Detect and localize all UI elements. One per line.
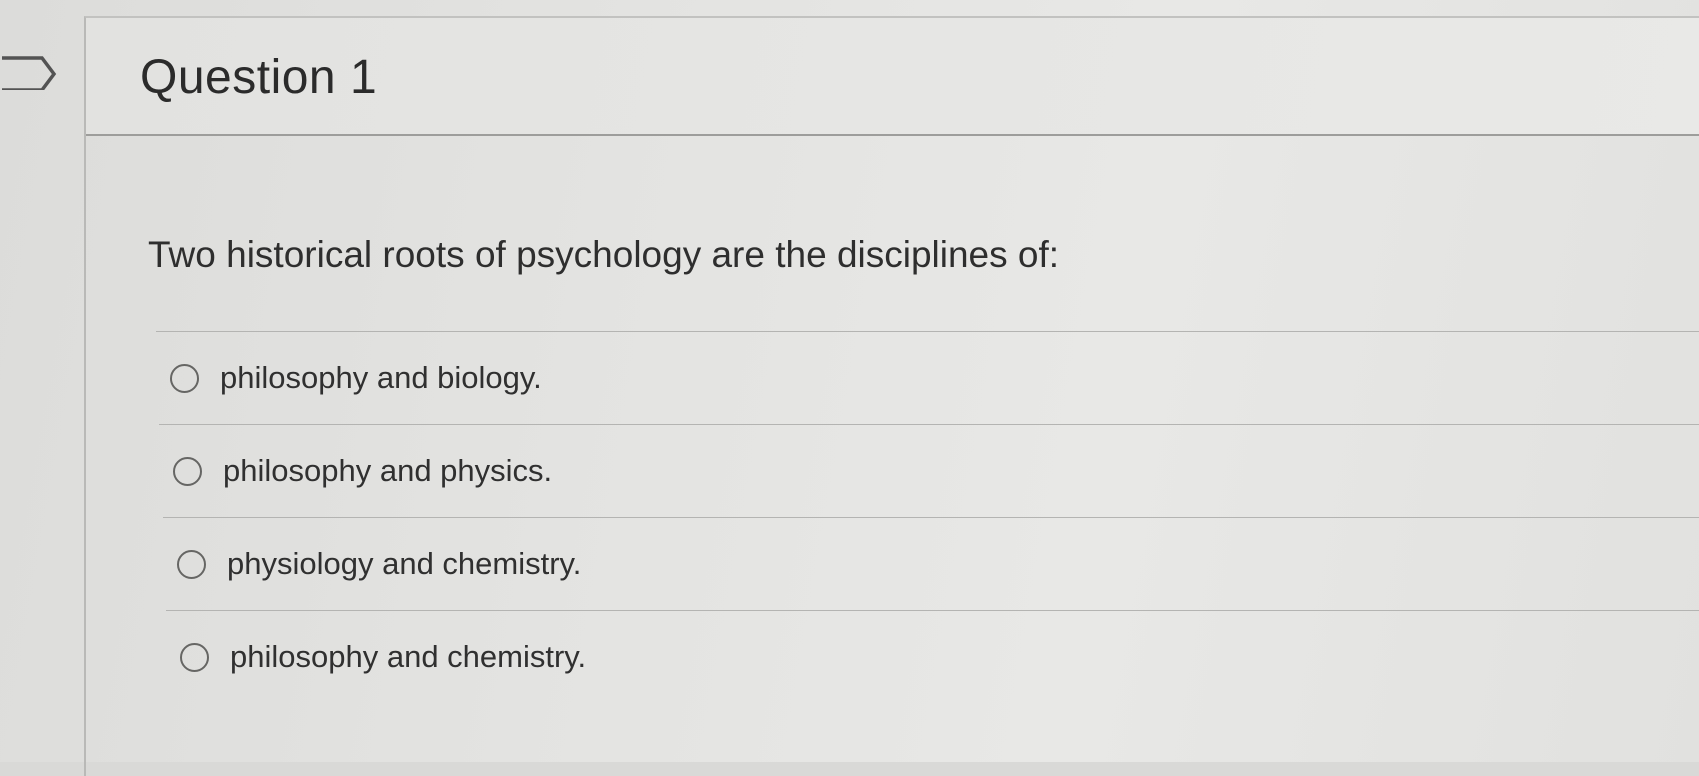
radio-button[interactable] bbox=[180, 642, 209, 672]
quiz-page: Question 1 Two historical roots of psych… bbox=[0, 0, 1699, 776]
radio-button[interactable] bbox=[170, 363, 199, 393]
radio-button[interactable] bbox=[177, 549, 206, 579]
answer-list: philosophy and biology. philosophy and p… bbox=[156, 331, 1699, 703]
question-body: Two historical roots of psychology are t… bbox=[86, 136, 1699, 776]
question-header: Question 1 bbox=[86, 18, 1699, 136]
question-title: Question 1 bbox=[140, 51, 378, 104]
answer-option[interactable]: philosophy and biology. bbox=[156, 331, 1699, 424]
answer-label: philosophy and physics. bbox=[223, 452, 553, 488]
answer-label: philosophy and chemistry. bbox=[230, 638, 587, 674]
question-card: Question 1 Two historical roots of psych… bbox=[84, 16, 1699, 776]
flag-question-icon[interactable] bbox=[0, 50, 60, 90]
radio-button[interactable] bbox=[173, 456, 202, 486]
question-prompt: Two historical roots of psychology are t… bbox=[148, 234, 1060, 275]
answer-label: philosophy and biology. bbox=[220, 359, 542, 395]
answer-option[interactable]: philosophy and chemistry. bbox=[166, 610, 1699, 703]
answer-label: physiology and chemistry. bbox=[227, 545, 582, 581]
answer-option[interactable]: philosophy and physics. bbox=[159, 424, 1699, 517]
answer-option[interactable]: physiology and chemistry. bbox=[163, 517, 1699, 610]
